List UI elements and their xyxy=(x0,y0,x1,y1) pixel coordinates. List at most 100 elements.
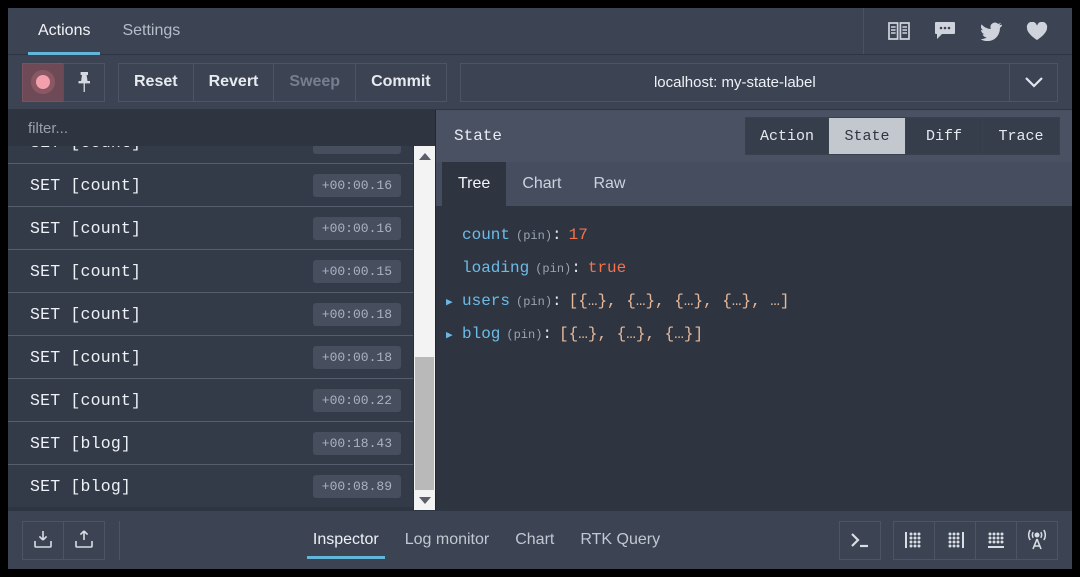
terminal-icon[interactable] xyxy=(839,520,881,560)
action-row[interactable]: SET [blog] +00:18.43 xyxy=(8,421,413,464)
actions-list[interactable]: SET [count]+00:00.11SET [count]+00:00.16… xyxy=(8,146,413,510)
state-tree-colon: : xyxy=(542,325,553,343)
action-row-label: SET [count] xyxy=(30,146,313,152)
expand-arrow-icon[interactable]: ▶ xyxy=(446,288,462,319)
tab-actions[interactable]: Actions xyxy=(22,8,106,55)
segment-action[interactable]: Action xyxy=(744,117,829,155)
expand-arrow-icon[interactable]: ▶ xyxy=(446,321,462,352)
monitor-tab-rtk-query-label: RTK Query xyxy=(580,531,661,548)
sub-tab-raw[interactable]: Raw xyxy=(577,162,641,206)
segment-trace-label: Trace xyxy=(998,127,1044,145)
state-tree-key: users xyxy=(462,292,511,310)
dock-bottom-icon[interactable] xyxy=(975,520,1017,560)
monitor-tab-inspector[interactable]: Inspector xyxy=(305,511,387,569)
state-tree-value: [{…}, {…}, {…}, {…}, …] xyxy=(568,292,790,310)
twitter-icon[interactable] xyxy=(978,19,1004,43)
sweep-button[interactable]: Sweep xyxy=(273,62,357,102)
state-tree-colon: : xyxy=(552,226,562,244)
segment-action-label: Action xyxy=(759,127,814,145)
action-row-label: SET [count] xyxy=(30,347,142,367)
state-tree: count (pin):17 loading (pin): true ▶ users (pi… xyxy=(436,206,1072,510)
action-row[interactable]: SET [count] +00:00.22 xyxy=(8,378,413,421)
action-row[interactable]: SET [count] +00:00.16 xyxy=(8,163,413,206)
import-icon[interactable] xyxy=(22,520,64,560)
action-row-label: SET [blog] xyxy=(30,476,132,496)
state-tree-node[interactable]: ▶ users (pin): [{…}, {…}, {…}, {…}, …] xyxy=(446,286,1072,319)
record-pin-group xyxy=(22,62,105,102)
instance-selector[interactable]: localhost: my-state-label xyxy=(459,62,1058,102)
sub-tab-chart-label: Chart xyxy=(522,175,562,192)
action-row-label: SET [count] xyxy=(30,390,142,410)
inspector-segment-group: Action State Diff Trace xyxy=(744,117,1060,155)
tab-settings[interactable]: Settings xyxy=(106,8,196,54)
state-tree-pin[interactable]: (pin) xyxy=(506,320,542,351)
scroll-down-arrow-icon[interactable] xyxy=(414,490,435,510)
state-tree-node[interactable]: loading (pin): true xyxy=(446,253,1072,286)
dock-right-icon[interactable] xyxy=(934,520,976,560)
sub-tab-tree[interactable]: Tree xyxy=(442,162,507,206)
monitor-tab-chart-label: Chart xyxy=(515,531,555,548)
import-export-group xyxy=(22,520,105,560)
action-row[interactable]: SET [count] +00:00.18 xyxy=(8,292,413,335)
bottom-divider xyxy=(119,520,120,560)
top-tabs: Actions Settings xyxy=(8,8,196,55)
dock-position-group xyxy=(893,520,1058,560)
state-tree-colon: : xyxy=(571,259,581,277)
action-row-timestamp: +00:18.43 xyxy=(312,431,401,455)
segment-state-label: State xyxy=(844,127,890,145)
action-row[interactable]: SET [blog] +00:08.89 xyxy=(8,464,413,507)
state-tree-pin[interactable]: (pin) xyxy=(535,254,571,285)
dock-left-icon[interactable] xyxy=(893,520,935,560)
state-tree-colon: : xyxy=(552,292,562,310)
scrollbar-thumb[interactable] xyxy=(415,357,434,490)
segment-trace[interactable]: Trace xyxy=(982,117,1060,155)
state-tree-node[interactable]: count (pin):17 xyxy=(446,220,1072,253)
remote-broadcast-icon[interactable] xyxy=(1016,520,1058,560)
top-bar-spacer xyxy=(196,8,863,54)
commit-button[interactable]: Commit xyxy=(355,62,447,102)
action-row-timestamp: +00:00.18 xyxy=(312,302,401,326)
action-row[interactable]: SET [count] +00:00.15 xyxy=(8,249,413,292)
state-tree-node[interactable]: ▶ blog (pin): [{…}, {…}, {…}] xyxy=(446,319,1072,352)
heart-icon[interactable] xyxy=(1024,19,1050,43)
action-row[interactable]: SET [count] +00:00.16 xyxy=(8,206,413,249)
segment-diff[interactable]: Diff xyxy=(905,117,983,155)
monitor-tab-chart[interactable]: Chart xyxy=(507,511,562,569)
action-row-label: SET [count] xyxy=(30,304,142,324)
export-icon[interactable] xyxy=(63,520,105,560)
scroll-up-arrow-icon[interactable] xyxy=(414,146,435,166)
record-button[interactable] xyxy=(22,62,64,102)
inspector-panel: State Action State Diff Trace Tree Chart… xyxy=(436,110,1072,510)
monitor-tabs: Inspector Log monitor Chart RTK Query xyxy=(134,511,839,569)
revert-label: Revert xyxy=(208,73,259,90)
action-toolbar: Reset Revert Sweep Commit localhost: my-… xyxy=(8,55,1072,110)
scrollbar-track[interactable] xyxy=(414,166,435,490)
sub-tab-chart[interactable]: Chart xyxy=(506,162,577,206)
action-row[interactable]: SET [count] +00:00.18 xyxy=(8,335,413,378)
top-tab-bar: Actions Settings xyxy=(8,8,1072,55)
reset-button[interactable]: Reset xyxy=(118,62,194,102)
action-row-timestamp: +00:00.15 xyxy=(312,259,401,283)
state-tree-pin[interactable]: (pin) xyxy=(516,287,552,318)
reset-label: Reset xyxy=(134,73,178,90)
sub-tab-tree-label: Tree xyxy=(458,175,491,192)
sweep-label: Sweep xyxy=(289,73,341,90)
record-dot-icon xyxy=(31,70,55,94)
devtools-window: Actions Settings Reset Revert Sweep Comm… xyxy=(8,8,1072,569)
segment-state[interactable]: State xyxy=(828,117,906,155)
monitor-tab-log-monitor[interactable]: Log monitor xyxy=(397,511,498,569)
pin-button[interactable] xyxy=(63,62,105,102)
action-row[interactable]: SET [count]+00:00.11 xyxy=(8,146,413,163)
monitor-tab-rtk-query[interactable]: RTK Query xyxy=(572,511,668,569)
action-row-label: SET [count] xyxy=(30,218,142,238)
inspector-sub-tabs: Tree Chart Raw xyxy=(436,162,1072,206)
actions-list-area: SET [count]+00:00.11SET [count]+00:00.16… xyxy=(8,146,435,510)
chat-bubble-icon[interactable] xyxy=(932,19,958,43)
state-tree-pin[interactable]: (pin) xyxy=(516,221,552,252)
docs-book-icon[interactable] xyxy=(886,19,912,43)
actions-scrollbar[interactable] xyxy=(413,146,435,510)
revert-button[interactable]: Revert xyxy=(192,62,275,102)
action-row-timestamp: +00:00.11 xyxy=(312,146,401,154)
action-row-timestamp: +00:08.89 xyxy=(312,474,401,498)
filter-input[interactable] xyxy=(28,119,395,137)
